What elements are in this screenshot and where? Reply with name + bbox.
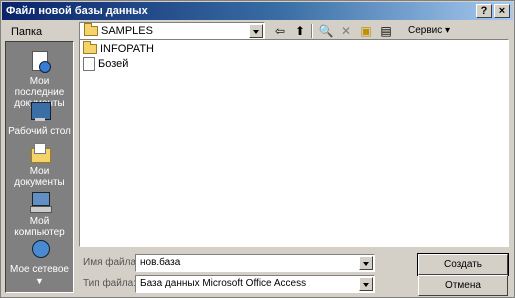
filetype-value: База данных Microsoft Office Access: [140, 278, 307, 289]
lookin-label: Папка: [11, 26, 43, 38]
place-label: Рабочий стол: [8, 126, 71, 137]
lookin-value: SAMPLES: [101, 25, 153, 37]
search-web-icon[interactable]: 🔍: [317, 22, 335, 40]
help-button[interactable]: ?: [476, 4, 492, 18]
new-folder-icon[interactable]: ▣: [357, 22, 375, 40]
chevron-down-icon[interactable]: [359, 277, 373, 291]
create-button[interactable]: Создать: [417, 253, 509, 276]
filename-value: нов.база: [140, 257, 181, 268]
close-button[interactable]: ×: [494, 4, 510, 18]
views-icon[interactable]: ▤: [377, 22, 395, 40]
chevron-down-icon[interactable]: [359, 256, 373, 270]
file-name: Бозей: [98, 57, 129, 70]
folder-icon: [84, 23, 98, 37]
back-icon[interactable]: ⇦: [271, 22, 289, 40]
window-title: Файл новой базы данных: [6, 5, 148, 17]
my-computer-icon: [28, 190, 52, 214]
toolbar-separator: [311, 24, 313, 38]
lookin-value-wrap: SAMPLES: [84, 23, 153, 37]
tools-menu[interactable]: Сервис ▾: [399, 22, 459, 40]
my-documents-icon: [28, 140, 52, 164]
filetype-label: Тип файла:: [83, 278, 136, 289]
place-label: Мой компьютер: [14, 216, 65, 238]
file-name: INFOPATH: [100, 43, 154, 55]
desktop-icon: [28, 100, 52, 124]
place-my-documents[interactable]: Мои документы: [6, 140, 73, 188]
place-label: Мои документы: [14, 166, 65, 188]
file-dialog: Файл новой базы данных ? × Папка SAMPLES…: [0, 0, 515, 298]
filename-label: Имя файла:: [83, 257, 139, 268]
place-network[interactable]: Мое сетевое ▼: [6, 238, 73, 286]
recent-documents-icon: [28, 50, 52, 74]
file-list[interactable]: INFOPATH Бозей: [79, 39, 509, 247]
cancel-button[interactable]: Отмена: [418, 275, 508, 296]
file-icon: [83, 57, 95, 71]
filetype-select[interactable]: База данных Microsoft Office Access: [135, 275, 375, 293]
list-item[interactable]: INFOPATH: [83, 41, 154, 55]
place-label: Мое сетевое: [10, 264, 69, 275]
folder-icon: [83, 41, 97, 55]
title-bar: Файл новой базы данных ? ×: [2, 2, 513, 20]
places-bar: Мои последние документы Рабочий стол Мои…: [5, 41, 74, 293]
filename-input[interactable]: нов.база: [135, 254, 375, 272]
network-icon: [28, 238, 52, 262]
chevron-down-icon[interactable]: [249, 24, 263, 38]
delete-icon[interactable]: ✕: [337, 22, 355, 40]
up-folder-icon[interactable]: ⬆: [291, 22, 309, 40]
place-desktop[interactable]: Рабочий стол: [6, 100, 73, 137]
lookin-combo[interactable]: SAMPLES: [79, 22, 265, 40]
list-item[interactable]: Бозей: [83, 57, 128, 71]
place-my-computer[interactable]: Мой компьютер: [6, 190, 73, 238]
scroll-down-icon[interactable]: ▼: [6, 277, 73, 286]
